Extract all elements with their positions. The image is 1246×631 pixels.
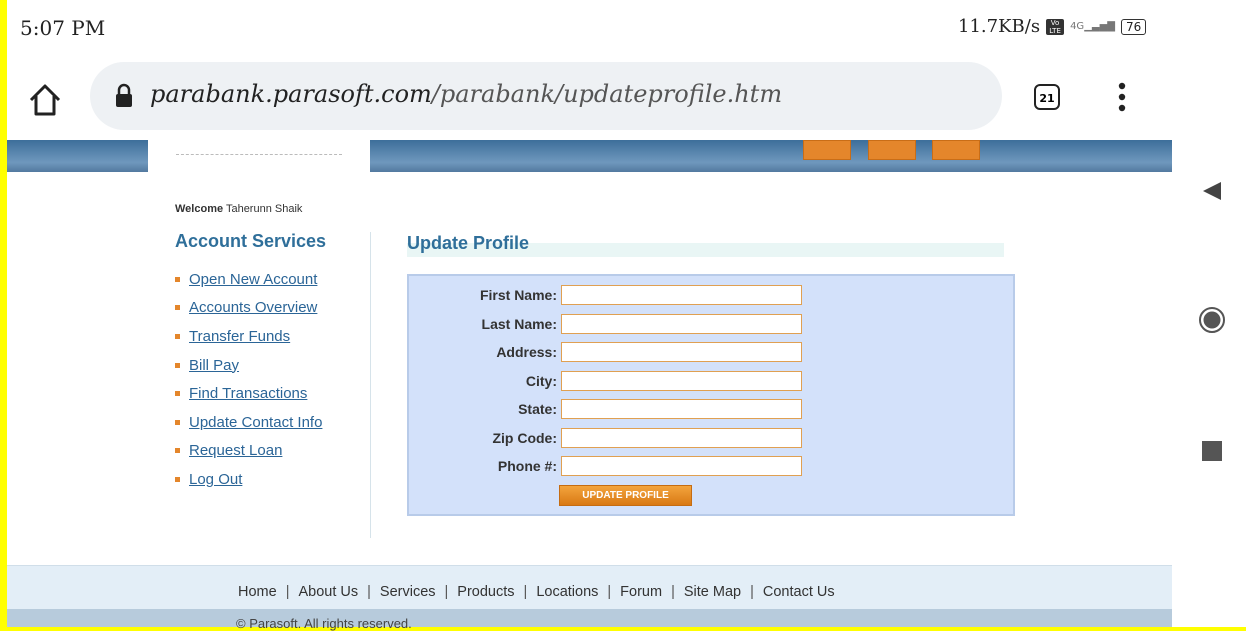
welcome-text: Welcome Taherunn Shaik xyxy=(175,203,302,215)
status-time: 5:07 PM xyxy=(20,16,106,40)
city-input[interactable] xyxy=(561,371,802,391)
state-row: State: xyxy=(409,399,969,419)
header-home-icon[interactable] xyxy=(803,140,851,160)
battery-level: 76 xyxy=(1125,19,1142,34)
copyright-text: © Parasoft. All rights reserved. xyxy=(236,616,412,631)
signal-icon: 4G▁▃▅▇ xyxy=(1070,21,1115,32)
footer-link-locations[interactable]: Locations xyxy=(536,584,598,600)
phone-label: Phone #: xyxy=(497,458,557,474)
status-indicators: 11.7KB/s Vo LTE 4G▁▃▅▇ 76 xyxy=(958,16,1147,37)
last-name-input[interactable] xyxy=(561,314,802,334)
home-nav-icon[interactable] xyxy=(1198,306,1226,334)
back-icon[interactable] xyxy=(1201,180,1223,202)
state-label: State: xyxy=(518,401,557,417)
city-label: City: xyxy=(525,373,557,389)
network-speed: 11.7KB/s xyxy=(958,16,1041,37)
address-row: Address: xyxy=(409,342,969,362)
sidebar-item-request-loan: Request Loan xyxy=(175,437,322,466)
sidebar-item-update-contact-info: Update Contact Info xyxy=(175,408,322,437)
user-name: Taherunn Shaik xyxy=(225,203,303,215)
city-row: City: xyxy=(409,371,969,391)
tab-switcher-button[interactable]: 21 xyxy=(1034,84,1060,110)
zip-code-input[interactable] xyxy=(561,428,802,448)
page-title: Update Profile xyxy=(407,233,530,253)
sidebar-item-find-transactions: Find Transactions xyxy=(175,379,322,408)
bullet-icon xyxy=(175,276,180,282)
footer-link-about-us[interactable]: About Us xyxy=(298,584,358,600)
bill-pay-link[interactable]: Bill Pay xyxy=(189,357,239,374)
bullet-icon xyxy=(175,476,180,482)
url-path: /parabank/updateprofile.htm xyxy=(431,80,783,108)
bullet-icon xyxy=(175,333,180,339)
bullet-icon xyxy=(175,362,180,368)
bullet-icon xyxy=(175,305,180,311)
home-icon[interactable] xyxy=(25,80,65,120)
first-name-label: First Name: xyxy=(479,287,557,303)
phone-input[interactable] xyxy=(561,456,802,476)
first-name-row: First Name: xyxy=(409,285,969,305)
footer-link-contact-us[interactable]: Contact Us xyxy=(763,584,835,600)
find-transactions-link[interactable]: Find Transactions xyxy=(189,385,307,402)
header-panel xyxy=(148,140,370,190)
sidebar-item-transfer-funds: Transfer Funds xyxy=(175,322,322,351)
url-domain: parabank.parasoft.com xyxy=(150,80,432,108)
lock-icon xyxy=(116,83,132,107)
state-input[interactable] xyxy=(561,399,802,419)
open-new-account-link[interactable]: Open New Account xyxy=(189,271,317,288)
log-out-link[interactable]: Log Out xyxy=(189,471,242,488)
update-profile-button[interactable]: UPDATE PROFILE xyxy=(559,485,692,506)
zip-code-label: Zip Code: xyxy=(492,430,557,446)
address-label: Address: xyxy=(496,344,557,360)
request-loan-link[interactable]: Request Loan xyxy=(189,442,282,459)
first-name-input[interactable] xyxy=(561,285,802,305)
update-profile-form: First Name: Last Name: Address: City: St… xyxy=(407,274,1015,516)
footer-link-products[interactable]: Products xyxy=(457,584,514,600)
more-options-icon[interactable] xyxy=(1118,82,1126,112)
header-about-icon[interactable] xyxy=(868,140,916,160)
sidebar-item-accounts-overview: Accounts Overview xyxy=(175,294,322,323)
network-type: 4G xyxy=(1070,21,1085,32)
bullet-icon xyxy=(175,419,180,425)
footer-link-forum[interactable]: Forum xyxy=(620,584,662,600)
footer-bottom-bar xyxy=(7,609,1172,627)
phone-row: Phone #: xyxy=(409,456,969,476)
sidebar-item-bill-pay: Bill Pay xyxy=(175,351,322,380)
column-divider xyxy=(370,232,371,538)
bullet-icon xyxy=(175,391,180,397)
accounts-overview-link[interactable]: Accounts Overview xyxy=(189,299,317,316)
recent-apps-icon[interactable] xyxy=(1202,441,1222,461)
header-contact-icon[interactable] xyxy=(932,140,980,160)
account-services-title: Account Services xyxy=(175,231,327,251)
bullet-icon xyxy=(175,448,180,454)
last-name-label: Last Name: xyxy=(481,316,557,332)
update-contact-info-link[interactable]: Update Contact Info xyxy=(189,414,322,431)
url-text[interactable]: parabank.parasoft.com/parabank/updatepro… xyxy=(150,80,782,108)
sidebar-item-open-new-account: Open New Account xyxy=(175,265,322,294)
welcome-label: Welcome xyxy=(175,203,224,215)
footer-links: Home | About Us | Services | Products | Location… xyxy=(238,584,835,600)
address-input[interactable] xyxy=(561,342,802,362)
account-services-list: Open New Account Accounts Overview Trans… xyxy=(175,265,322,494)
battery-icon: 76 xyxy=(1120,18,1147,35)
footer-link-home[interactable]: Home xyxy=(238,584,277,600)
transfer-funds-link[interactable]: Transfer Funds xyxy=(189,328,290,345)
footer-link-services[interactable]: Services xyxy=(380,584,436,600)
volte-icon: Vo LTE xyxy=(1046,18,1065,35)
sidebar-item-log-out: Log Out xyxy=(175,465,322,494)
last-name-row: Last Name: xyxy=(409,314,969,334)
zip-code-row: Zip Code: xyxy=(409,428,969,448)
footer-link-site-map[interactable]: Site Map xyxy=(684,584,741,600)
